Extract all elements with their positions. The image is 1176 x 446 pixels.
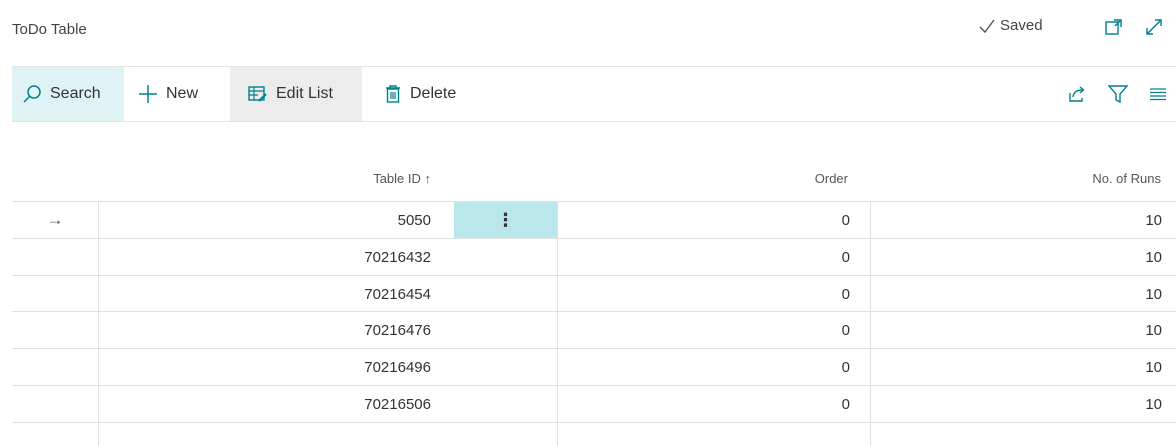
search-label: Search	[50, 85, 101, 102]
search-icon	[23, 85, 41, 103]
open-in-new-window-icon[interactable]	[1104, 17, 1124, 37]
selected-row-indicator: →	[46, 210, 64, 229]
delete-label: Delete	[410, 85, 457, 102]
cell-order[interactable]: 0	[700, 202, 850, 238]
saved-status: Saved	[978, 17, 1043, 34]
row-menu-button[interactable]: ⋮	[454, 202, 557, 238]
cell-table-id[interactable]: 70216496	[300, 349, 431, 385]
column-header-order[interactable]: Order	[700, 171, 848, 186]
trash-icon	[386, 85, 400, 103]
search-button[interactable]: Search	[12, 67, 124, 121]
edit-list-label: Edit List	[276, 85, 333, 102]
cell-no-of-runs[interactable]: 10	[1000, 312, 1162, 348]
expand-icon[interactable]	[1144, 17, 1164, 37]
plus-icon	[139, 85, 157, 103]
new-button[interactable]: New	[132, 67, 232, 121]
cell-no-of-runs[interactable]: 10	[1000, 276, 1162, 312]
cell-no-of-runs[interactable]: 10	[1000, 239, 1162, 275]
saved-label: Saved	[1000, 17, 1043, 34]
list-view-icon[interactable]	[1148, 84, 1168, 104]
action-bar: Search New Edit List Delete	[12, 66, 1176, 122]
cell-order[interactable]: 0	[700, 312, 850, 348]
new-label: New	[166, 85, 199, 102]
delete-button[interactable]: Delete	[372, 67, 492, 121]
share-icon[interactable]	[1067, 84, 1087, 104]
cell-table-id[interactable]: 70216432	[300, 239, 431, 275]
page-title: ToDo Table	[12, 21, 87, 38]
edit-list-button[interactable]: Edit List	[230, 67, 362, 121]
cell-order[interactable]: 0	[700, 349, 850, 385]
grid-line	[12, 422, 1176, 423]
filter-icon[interactable]	[1108, 84, 1128, 104]
cell-order[interactable]: 0	[700, 239, 850, 275]
cell-no-of-runs[interactable]: 10	[1000, 202, 1162, 238]
cell-order[interactable]: 0	[700, 386, 850, 422]
edit-list-icon	[248, 86, 267, 102]
checkmark-icon	[979, 19, 995, 33]
column-header-table-id[interactable]: Table ID ↑	[300, 171, 431, 186]
cell-table-id[interactable]: 70216506	[300, 386, 431, 422]
column-header-no-of-runs[interactable]: No. of Runs	[1000, 171, 1161, 186]
cell-table-id[interactable]: 70216476	[300, 312, 431, 348]
cell-table-id[interactable]: 70216454	[300, 276, 431, 312]
cell-no-of-runs[interactable]: 10	[1000, 349, 1162, 385]
cell-order[interactable]: 0	[700, 276, 850, 312]
cell-table-id[interactable]: 5050	[300, 202, 431, 238]
cell-no-of-runs[interactable]: 10	[1000, 386, 1162, 422]
